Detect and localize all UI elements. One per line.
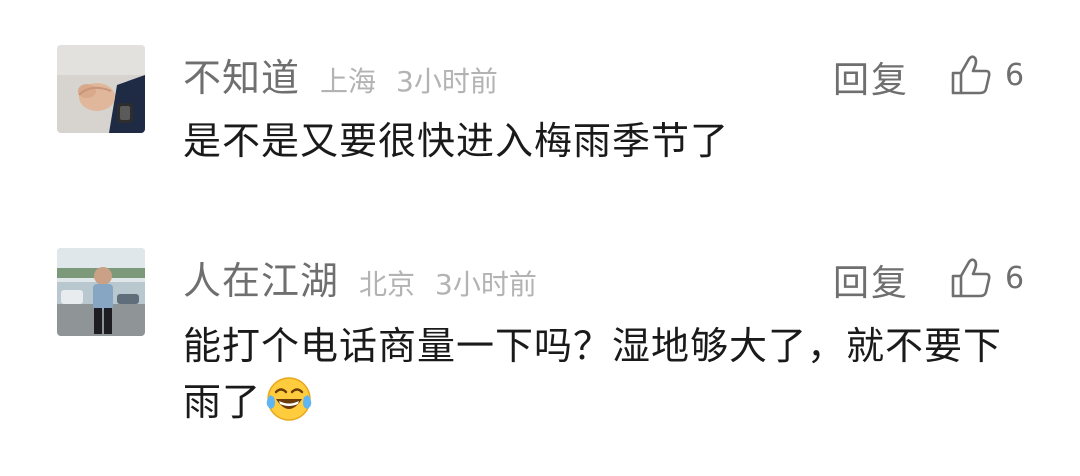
person-photo-icon xyxy=(57,248,145,336)
thumbs-up-icon xyxy=(951,55,991,95)
timestamp: 3小时前 xyxy=(435,268,537,301)
timestamp: 3小时前 xyxy=(396,65,498,98)
comment-meta: 人在江湖 北京 3小时前 xyxy=(183,250,537,306)
tears-of-joy-emoji-icon xyxy=(266,377,312,421)
comment-text: 能打个电话商量一下吗？湿地够大了，就不要下雨了 xyxy=(183,318,1028,430)
username[interactable]: 不知道 xyxy=(183,47,300,102)
location-label: 北京 xyxy=(359,268,416,301)
like-count: 6 xyxy=(1005,57,1025,93)
reply-button[interactable]: 回复 xyxy=(833,51,909,103)
comment-item: 人在江湖 北京 3小时前 回复 6 能打个电话商量一下吗？湿地够大了，就不要下雨… xyxy=(0,248,1080,448)
thumbs-up-icon xyxy=(951,258,991,298)
comment-meta: 不知道 上海 3小时前 xyxy=(183,47,498,103)
username[interactable]: 人在江湖 xyxy=(183,250,339,305)
comment-text: 是不是又要很快进入梅雨季节了 xyxy=(183,119,730,163)
like-button[interactable]: 6 xyxy=(949,256,1024,300)
hands-photo-icon xyxy=(57,45,145,133)
like-button[interactable]: 6 xyxy=(949,53,1024,97)
avatar[interactable] xyxy=(57,248,145,336)
reply-button[interactable]: 回复 xyxy=(833,254,909,306)
avatar[interactable] xyxy=(57,45,145,133)
location-label: 上海 xyxy=(320,65,377,98)
comment-item: 不知道 上海 3小时前 回复 6 是不是又要很快进入梅雨季节了 xyxy=(0,45,1080,175)
like-count: 6 xyxy=(1005,260,1025,296)
